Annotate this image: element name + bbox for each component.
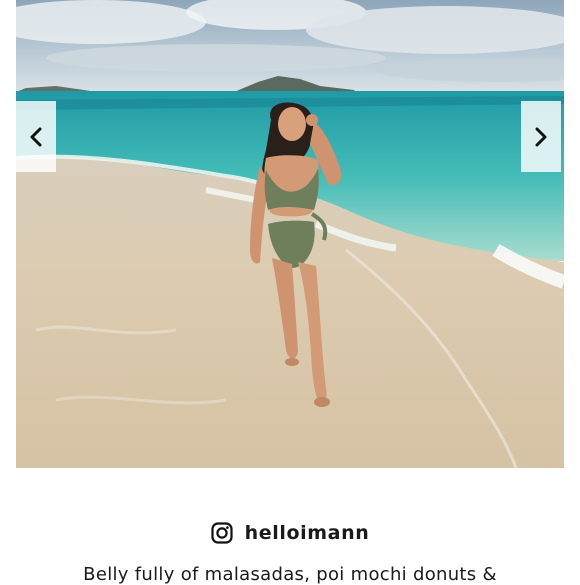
next-image-button[interactable] — [521, 101, 561, 172]
beach-photo-illustration — [16, 0, 564, 468]
chevron-left-icon — [30, 127, 42, 146]
instagram-icon — [211, 522, 233, 544]
product-photo[interactable] — [16, 0, 564, 468]
previous-image-button[interactable] — [16, 101, 56, 172]
author-credit[interactable]: helloimann — [0, 522, 580, 544]
post-caption: Belly fully of malasadas, poi mochi donu… — [83, 564, 497, 585]
author-handle[interactable]: helloimann — [245, 522, 370, 544]
chevron-right-icon — [535, 127, 547, 146]
